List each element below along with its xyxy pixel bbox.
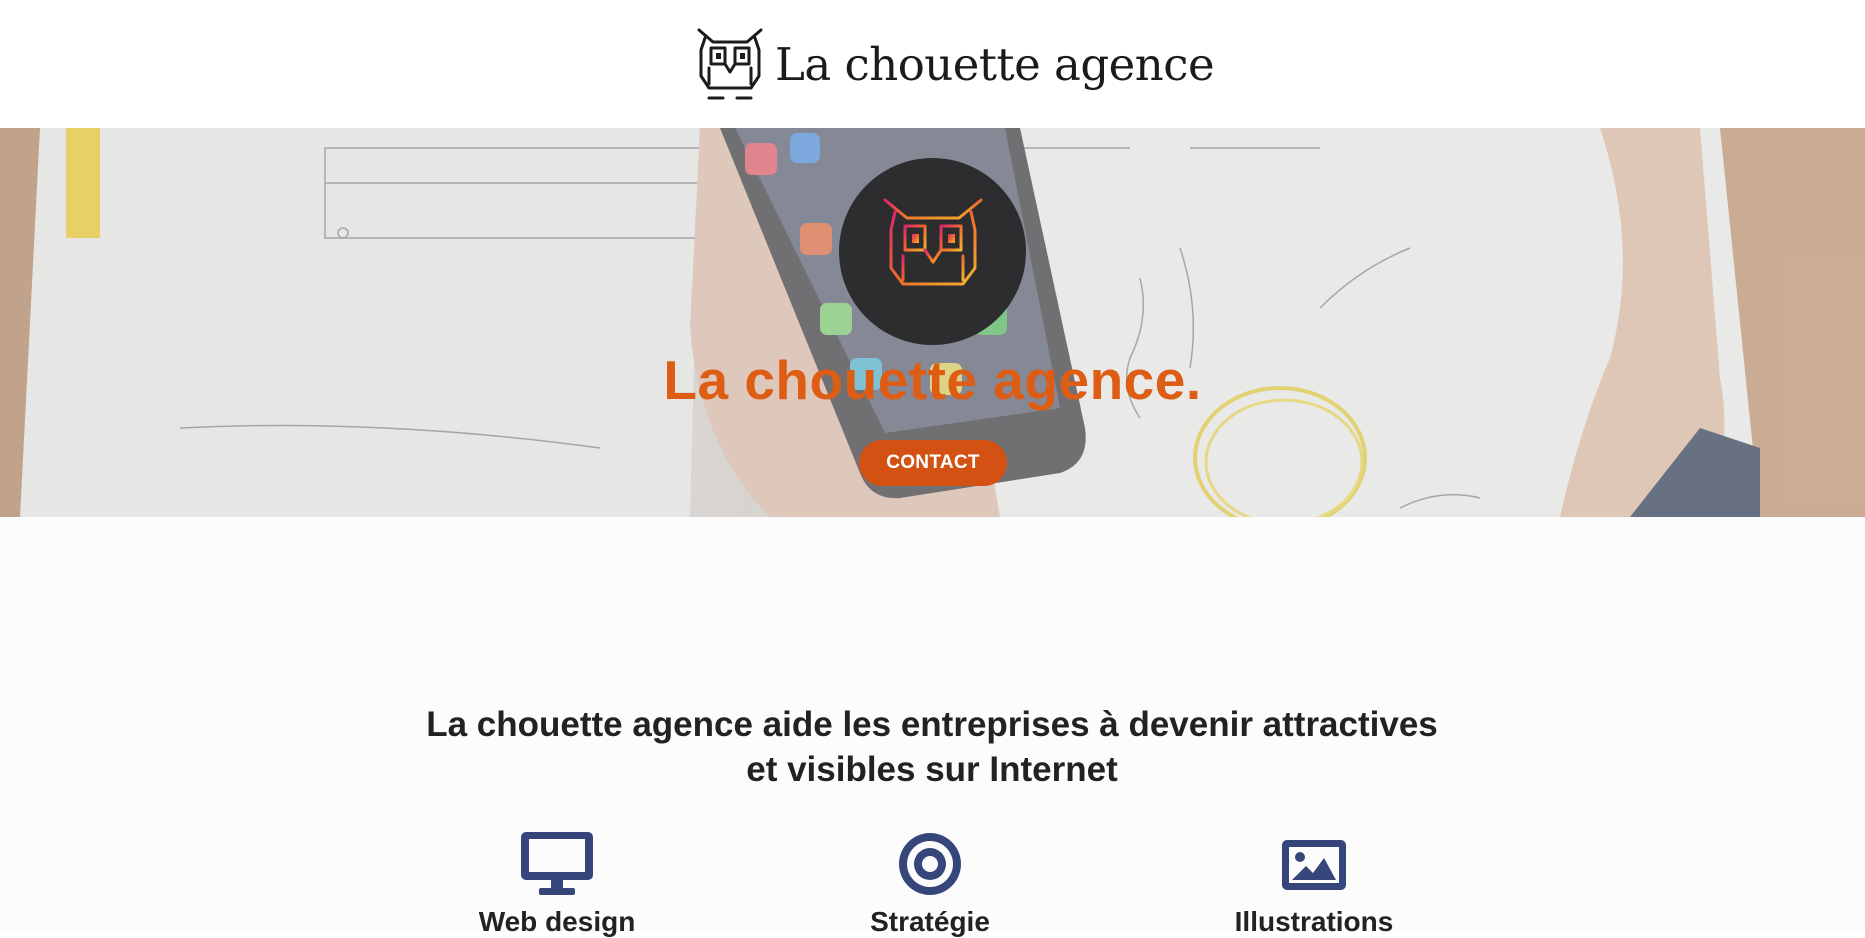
image-icon xyxy=(1282,840,1346,890)
contact-button[interactable]: CONTACT xyxy=(859,440,1007,486)
hero-badge xyxy=(839,158,1026,345)
service-label-web-design: Web design xyxy=(478,906,636,937)
hero-title: La chouette agence. xyxy=(663,349,1202,411)
service-label-illustrations: Illustrations xyxy=(1234,906,1394,937)
service-web-design: Web design xyxy=(427,830,687,938)
service-label-strategie: Stratégie xyxy=(870,906,990,937)
site-header: La chouette agence xyxy=(0,0,1865,128)
logo-link[interactable]: La chouette agence xyxy=(695,26,1215,102)
owl-gradient-icon xyxy=(883,198,982,301)
owl-logo-icon xyxy=(697,28,763,100)
intro-heading-line2: et visibles sur Internet xyxy=(746,750,1118,789)
hero-banner: La chouette agence. CONTACT xyxy=(0,128,1865,517)
intro-heading-line1: La chouette agence aide les entreprises … xyxy=(426,705,1438,744)
target-icon xyxy=(899,833,961,895)
intro-heading: La chouette agence aide les entreprises … xyxy=(332,702,1532,792)
logo-text: La chouette agence xyxy=(775,37,1215,91)
service-strategie: Stratégie xyxy=(800,830,1060,938)
desktop-icon xyxy=(521,832,593,895)
service-illustrations: Illustrations xyxy=(1184,830,1444,938)
intro-section: La chouette agence aide les entreprises … xyxy=(0,517,1865,937)
